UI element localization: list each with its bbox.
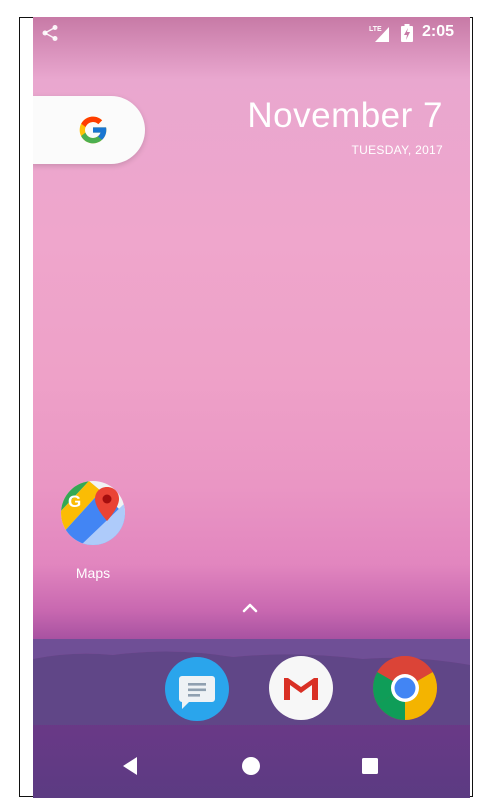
recents-icon[interactable] bbox=[361, 757, 379, 775]
svg-text:G: G bbox=[68, 492, 81, 511]
app-maps-label: Maps bbox=[75, 565, 111, 581]
lte-signal-icon: LTE bbox=[369, 26, 389, 42]
navigation-bar bbox=[33, 735, 470, 798]
date-widget-date[interactable]: November 7 bbox=[247, 96, 443, 136]
share-icon bbox=[42, 25, 58, 41]
home-icon[interactable] bbox=[241, 756, 261, 776]
status-clock: 2:05 bbox=[422, 23, 455, 40]
chevron-up-icon[interactable] bbox=[240, 601, 260, 615]
google-maps-icon[interactable]: G bbox=[61, 481, 125, 545]
google-search-widget[interactable] bbox=[33, 96, 145, 164]
back-icon[interactable] bbox=[121, 755, 141, 777]
status-bar: LTE 2:05 bbox=[33, 17, 470, 49]
date-widget-day-year: TUESDAY, 2017 bbox=[351, 143, 443, 157]
network-type-label: LTE bbox=[369, 26, 382, 33]
home-screen: LTE 2:05 November 7 TUESDAY, 2017 G Maps bbox=[33, 17, 470, 798]
gmail-icon[interactable] bbox=[269, 656, 333, 720]
battery-charging-icon bbox=[401, 24, 413, 42]
google-g-icon[interactable] bbox=[77, 114, 109, 146]
chrome-icon[interactable] bbox=[373, 656, 437, 720]
app-maps[interactable]: G Maps bbox=[57, 481, 127, 591]
messages-icon[interactable] bbox=[165, 657, 229, 721]
